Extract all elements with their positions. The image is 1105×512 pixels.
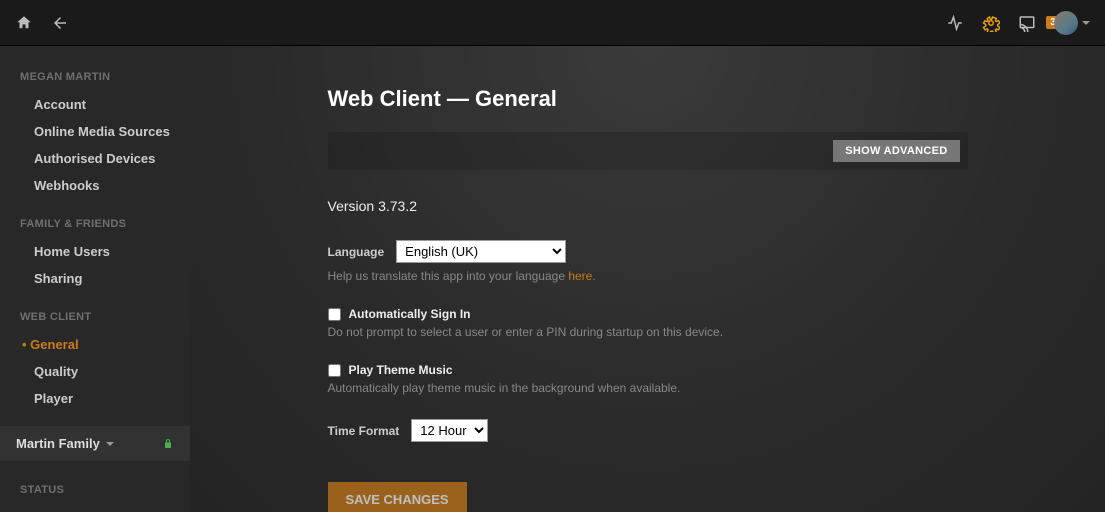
topbar: 3 (0, 0, 1105, 46)
version-label: Version 3.73.2 (328, 198, 968, 214)
auto-signin-checkbox[interactable] (328, 308, 341, 321)
sidebar-item-online-media[interactable]: Online Media Sources (0, 118, 190, 145)
sidebar-item-player[interactable]: Player (0, 385, 190, 412)
home-icon[interactable] (15, 14, 33, 32)
save-button[interactable]: SAVE CHANGES (328, 482, 467, 512)
chevron-down-icon (106, 442, 114, 446)
translate-help: Help us translate this app into your lan… (328, 269, 968, 283)
sidebar: MEGAN MARTINAccountOnline Media SourcesA… (0, 46, 190, 512)
sidebar-item-webhooks[interactable]: Webhooks (0, 172, 190, 199)
sidebar-item-now-playing[interactable]: Now Playing (0, 504, 190, 512)
language-select[interactable]: English (UK) (396, 240, 566, 263)
auto-signin-label: Automatically Sign In (349, 307, 471, 321)
theme-music-checkbox[interactable] (328, 364, 341, 377)
theme-music-label: Play Theme Music (349, 363, 453, 377)
avatar (1054, 11, 1078, 35)
cast-icon[interactable] (1018, 14, 1036, 32)
sidebar-item-sharing[interactable]: Sharing (0, 265, 190, 292)
content-area: Web Client — General SHOW ADVANCED Versi… (190, 46, 1105, 512)
sidebar-header: STATUS (0, 479, 190, 504)
sidebar-item-home-users[interactable]: Home Users (0, 238, 190, 265)
sidebar-header: FAMILY & FRIENDS (0, 213, 190, 238)
show-advanced-button[interactable]: SHOW ADVANCED (833, 140, 959, 162)
sidebar-header: MEGAN MARTIN (0, 66, 190, 91)
advanced-bar: SHOW ADVANCED (328, 132, 968, 170)
auto-signin-help: Do not prompt to select a user or enter … (328, 325, 968, 339)
user-menu[interactable]: 3 (1054, 11, 1090, 35)
server-name: Martin Family (16, 436, 100, 451)
timeformat-select[interactable]: 12 Hour (411, 419, 488, 442)
page-title: Web Client — General (328, 86, 968, 112)
translate-link[interactable]: here (568, 269, 592, 283)
activity-icon[interactable] (946, 14, 964, 32)
chevron-down-icon (1082, 21, 1090, 25)
lock-icon (162, 438, 174, 450)
sidebar-item-general[interactable]: General (0, 331, 190, 358)
timeformat-label: Time Format (328, 424, 400, 438)
server-selector[interactable]: Martin Family (0, 426, 190, 461)
sidebar-item-account[interactable]: Account (0, 91, 190, 118)
sidebar-item-authorised-devices[interactable]: Authorised Devices (0, 145, 190, 172)
theme-music-help: Automatically play theme music in the ba… (328, 381, 968, 395)
sidebar-item-quality[interactable]: Quality (0, 358, 190, 385)
back-icon[interactable] (51, 14, 69, 32)
language-label: Language (328, 245, 385, 259)
settings-icon[interactable] (982, 14, 1000, 32)
sidebar-header: WEB CLIENT (0, 306, 190, 331)
